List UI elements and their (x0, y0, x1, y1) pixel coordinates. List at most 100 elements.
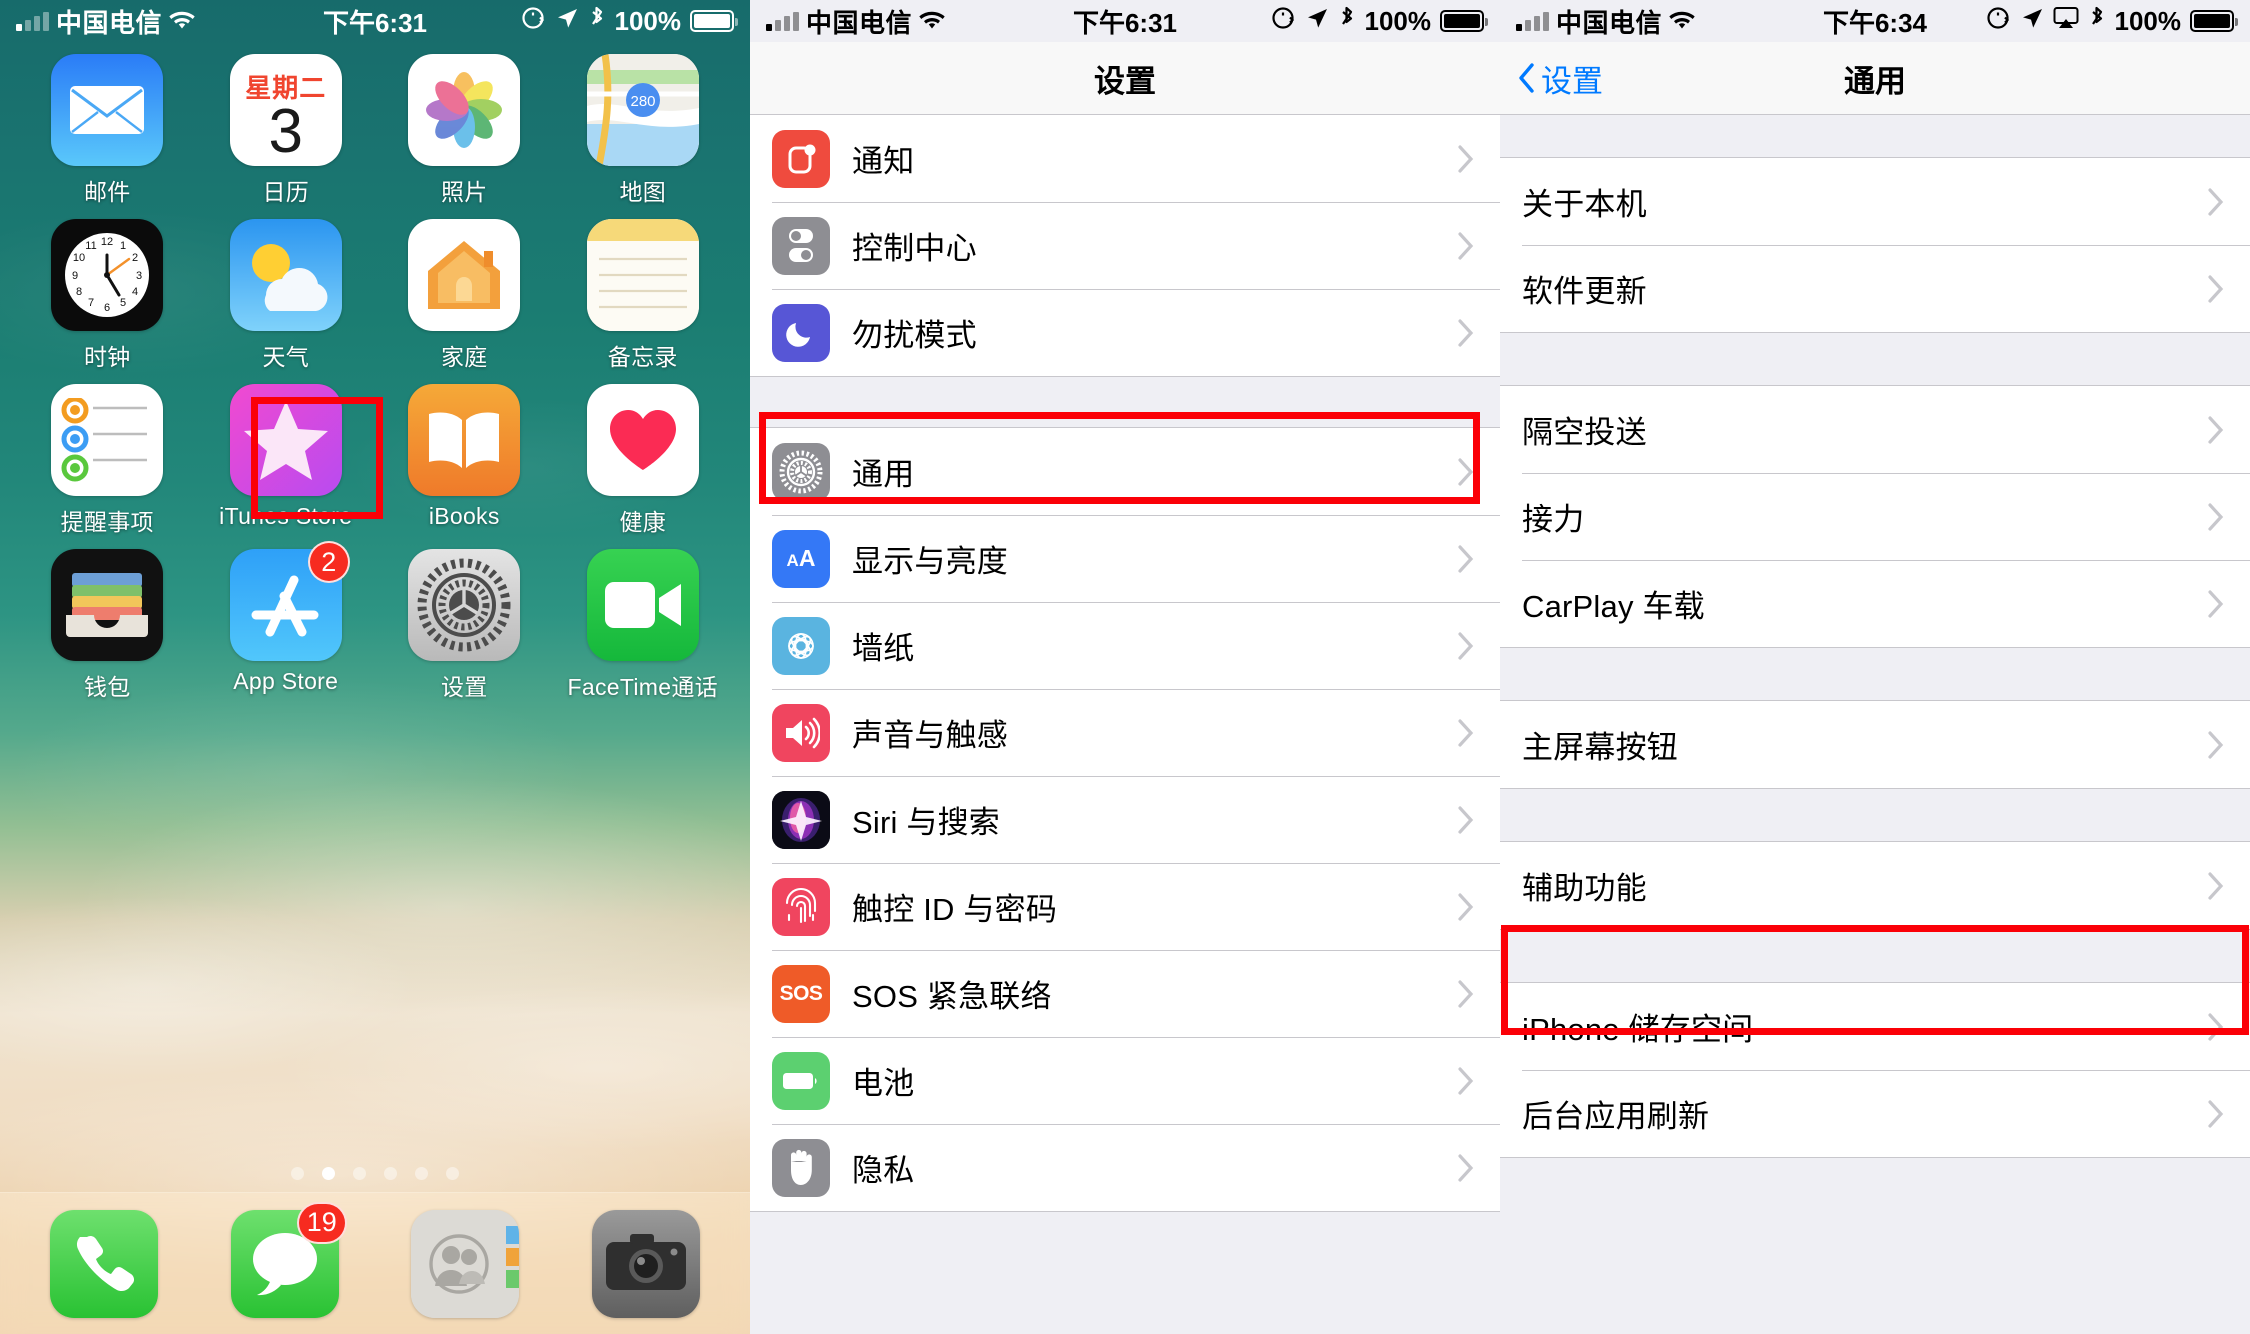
general-row-home-button[interactable]: 主屏幕按钮 (1500, 701, 2250, 788)
wallpaper-icon (772, 616, 830, 675)
app-mail[interactable]: 邮件 (18, 54, 197, 207)
svg-text:11: 11 (86, 240, 97, 252)
page-dot-active[interactable] (322, 1167, 335, 1180)
battery-icon (772, 1051, 830, 1110)
settings-row-emergency-sos[interactable]: SOS SOS 紧急联络 (750, 950, 1500, 1037)
chevron-right-icon (1458, 1066, 1474, 1095)
settings-row-do-not-disturb[interactable]: 勿扰模式 (750, 289, 1500, 376)
status-right-group: 100% (1985, 5, 2238, 38)
general-panel: 中国电信 下午6:34 100% 设置 通用 关于本机 软件更新 隔空投送 接力… (1500, 0, 2250, 1334)
settings-row-touch-id-passcode[interactable]: 触控 ID 与密码 (750, 863, 1500, 950)
settings-row-sounds-haptics[interactable]: 声音与触感 (750, 689, 1500, 776)
general-row-software-update[interactable]: 软件更新 (1500, 245, 2250, 332)
chevron-right-icon (1458, 979, 1474, 1008)
general-row-about[interactable]: 关于本机 (1500, 158, 2250, 245)
app-label: 备忘录 (607, 344, 678, 370)
maps-icon: 280 (586, 54, 699, 166)
general-row-carplay[interactable]: CarPlay 车载 (1500, 560, 2250, 647)
general-row-accessibility[interactable]: 辅助功能 (1500, 842, 2250, 929)
row-label: 电池 (852, 1066, 915, 1101)
app-home[interactable]: 家庭 (375, 219, 554, 372)
settings-row-notifications[interactable]: 通知 (750, 115, 1500, 202)
page-indicator-dots[interactable] (0, 1167, 750, 1180)
wifi-icon (169, 11, 195, 31)
settings-row-display-brightness[interactable]: AA 显示与亮度 (750, 515, 1500, 602)
carrier-label: 中国电信 (56, 7, 163, 38)
control-center-icon (772, 216, 830, 275)
settings-row-siri-search[interactable]: Siri 与搜索 (750, 776, 1500, 863)
dock-app-phone[interactable] (50, 1209, 159, 1318)
app-health[interactable]: 健康 (554, 384, 733, 537)
app-icon-wrap (408, 54, 521, 166)
app-icon-wrap: 星期二 3 (229, 54, 342, 166)
health-icon (586, 384, 699, 496)
ibooks-icon (408, 384, 521, 496)
back-button[interactable]: 设置 (1518, 42, 1603, 114)
app-clock[interactable]: 12 1 2 345 678 9 10 11 时钟 (18, 219, 197, 372)
chevron-right-icon (2208, 589, 2224, 618)
chevron-right-icon (2208, 730, 2224, 759)
app-ibooks[interactable]: iBooks (375, 384, 554, 537)
app-notes[interactable]: 备忘录 (554, 219, 733, 372)
app-settings[interactable]: 设置 (375, 549, 554, 702)
settings-row-battery[interactable]: 电池 (750, 1037, 1500, 1124)
app-maps[interactable]: 280 地图 (554, 54, 733, 207)
app-icon-wrap: 2 (229, 541, 350, 661)
page-dot[interactable] (384, 1167, 397, 1180)
app-app-store[interactable]: 2 App Store (197, 541, 376, 702)
app-icon-wrap (586, 549, 699, 661)
page-dot[interactable] (446, 1167, 459, 1180)
row-label: 辅助功能 (1522, 871, 1647, 906)
page-dot[interactable] (415, 1167, 428, 1180)
settings-row-control-center[interactable]: 控制中心 (750, 202, 1500, 289)
chevron-right-icon (2208, 415, 2224, 444)
row-label: 声音与触感 (852, 718, 1008, 753)
general-row-handoff[interactable]: 接力 (1500, 473, 2250, 560)
touch-id-icon (772, 877, 830, 936)
home-dock: 19 (0, 1192, 750, 1334)
group-separator (1500, 789, 2250, 841)
app-icon-wrap (51, 54, 164, 166)
dock-app-contacts[interactable] (411, 1209, 520, 1318)
app-label: 钱包 (83, 674, 131, 700)
carrier-label: 中国电信 (1556, 7, 1663, 38)
app-weather[interactable]: 天气 (197, 219, 376, 372)
app-icon-wrap (408, 549, 521, 661)
general-row-airdrop[interactable]: 隔空投送 (1500, 386, 2250, 473)
app-itunes-store[interactable]: iTunes Store (197, 384, 376, 537)
app-wallet[interactable]: 钱包 (18, 549, 197, 702)
battery-percentage: 100% (1364, 5, 1432, 36)
back-label: 设置 (1541, 63, 1603, 99)
row-label: 隐私 (852, 1153, 915, 1188)
app-facetime[interactable]: FaceTime通话 (554, 549, 733, 702)
row-label: 勿扰模式 (852, 318, 977, 353)
app-reminders[interactable]: 提醒事项 (18, 384, 197, 537)
chevron-right-icon (1458, 231, 1474, 260)
general-row-background-refresh[interactable]: 后台应用刷新 (1500, 1070, 2250, 1157)
aa-glyph: AA (786, 545, 816, 571)
settings-row-general[interactable]: 通用 (750, 428, 1500, 515)
page-title: 通用 (1844, 63, 1906, 99)
settings-row-wallpaper[interactable]: 墙纸 (750, 602, 1500, 689)
chevron-right-icon (1458, 318, 1474, 347)
rotation-lock-icon (1270, 5, 1296, 38)
svg-text:1: 1 (120, 240, 126, 252)
general-row-iphone-storage[interactable]: iPhone 储存空间 (1500, 983, 2250, 1070)
rotation-lock-icon (520, 5, 546, 38)
reminders-icon (51, 384, 164, 496)
settings-row-privacy[interactable]: 隐私 (750, 1124, 1500, 1211)
app-calendar[interactable]: 星期二 3 日历 (197, 54, 376, 207)
app-icon-wrap: 12 1 2 345 678 9 10 11 (51, 219, 164, 331)
dock-app-camera[interactable] (591, 1209, 700, 1318)
dock-app-messages[interactable]: 19 (230, 1201, 347, 1318)
app-icon-wrap (51, 549, 164, 661)
app-photos[interactable]: 照片 (375, 54, 554, 207)
camera-icon (591, 1209, 700, 1318)
page-dot[interactable] (291, 1167, 304, 1180)
row-label: Siri 与搜索 (852, 805, 1000, 840)
weather-icon (229, 219, 342, 331)
mail-icon (51, 54, 164, 166)
settings-navbar: 设置 (750, 42, 1500, 115)
page-dot[interactable] (353, 1167, 366, 1180)
app-icon-wrap (586, 384, 699, 496)
